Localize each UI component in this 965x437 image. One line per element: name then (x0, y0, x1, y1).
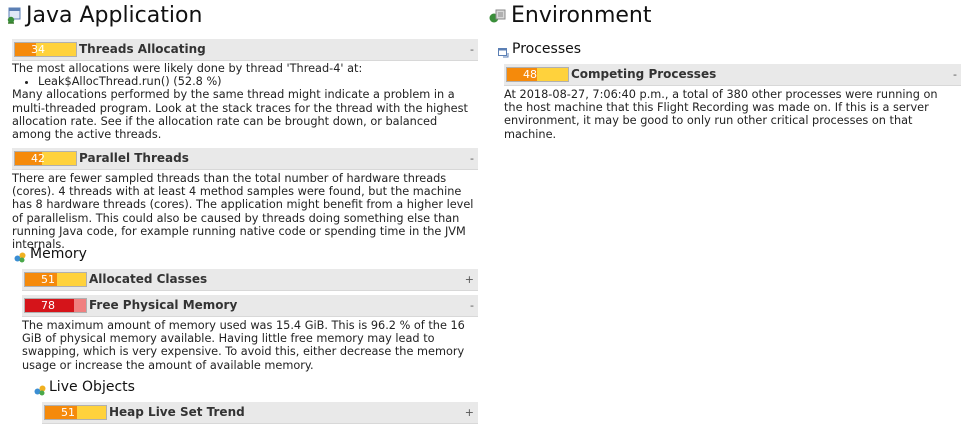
collapse-toggle[interactable]: - (470, 152, 474, 166)
description-body: Many allocations performed by the same t… (12, 88, 468, 142)
score-bar: 34 (14, 42, 77, 57)
processes-header: Processes (498, 41, 581, 57)
result-competing-processes[interactable]: 48 Competing Processes - (504, 64, 961, 86)
memory-header: Memory (14, 246, 87, 263)
result-parallel-threads[interactable]: 42 Parallel Threads - (12, 148, 478, 170)
result-title: Parallel Threads (79, 151, 189, 165)
live-objects-icon (34, 381, 46, 396)
collapse-toggle[interactable]: - (470, 43, 474, 57)
java-app-icon (6, 7, 22, 25)
java-application-header: Java Application (6, 3, 202, 28)
score-value: 51 (61, 406, 75, 419)
score-bar: 42 (14, 151, 77, 166)
score-value: 78 (41, 299, 55, 312)
environment-header: Environment (488, 3, 651, 28)
stack-frame-item: Leak$AllocThread.run() (52.8 %) (38, 75, 472, 88)
description-text: The maximum amount of memory used was 15… (22, 319, 465, 372)
result-description: At 2018-08-27, 7:06:40 p.m., a total of … (504, 88, 959, 141)
collapse-toggle[interactable]: - (953, 68, 957, 82)
live-objects-header: Live Objects (34, 379, 135, 396)
score-value: 34 (31, 43, 45, 56)
description-text: There are fewer sampled threads than the… (12, 172, 474, 252)
section-title: Environment (511, 3, 652, 28)
processes-icon (498, 44, 509, 57)
result-title: Allocated Classes (89, 272, 208, 286)
environment-icon (488, 8, 506, 24)
section-title: Java Application (26, 3, 203, 28)
result-allocated-classes[interactable]: 51 Allocated Classes + (22, 269, 478, 291)
score-bar: 48 (506, 67, 569, 82)
section-title: Live Objects (49, 379, 135, 395)
score-value: 42 (31, 152, 45, 165)
score-bar: 51 (44, 405, 107, 420)
result-description: There are fewer sampled threads than the… (12, 172, 474, 251)
expand-toggle[interactable]: + (465, 273, 474, 287)
result-title: Threads Allocating (79, 42, 206, 56)
score-value: 48 (523, 68, 537, 81)
memory-icon (14, 248, 26, 263)
expand-toggle[interactable]: + (465, 406, 474, 420)
result-threads-allocating[interactable]: 34 Threads Allocating - (12, 39, 478, 61)
result-title: Heap Live Set Trend (109, 405, 245, 419)
score-bar: 78 (24, 298, 87, 313)
result-title: Free Physical Memory (89, 298, 238, 312)
result-description: The most allocations were likely done by… (12, 62, 472, 141)
score-value: 51 (41, 273, 55, 286)
section-title: Memory (30, 246, 87, 262)
result-heap-live-set-trend[interactable]: 51 Heap Live Set Trend + (42, 402, 478, 424)
collapse-toggle[interactable]: - (470, 299, 474, 313)
score-bar: 51 (24, 272, 87, 287)
result-free-physical-memory[interactable]: 78 Free Physical Memory - (22, 295, 478, 317)
description-intro: The most allocations were likely done by… (12, 62, 363, 75)
result-title: Competing Processes (571, 67, 717, 81)
result-description: The maximum amount of memory used was 15… (22, 319, 474, 372)
description-text: At 2018-08-27, 7:06:40 p.m., a total of … (504, 88, 938, 141)
section-title: Processes (512, 41, 582, 57)
